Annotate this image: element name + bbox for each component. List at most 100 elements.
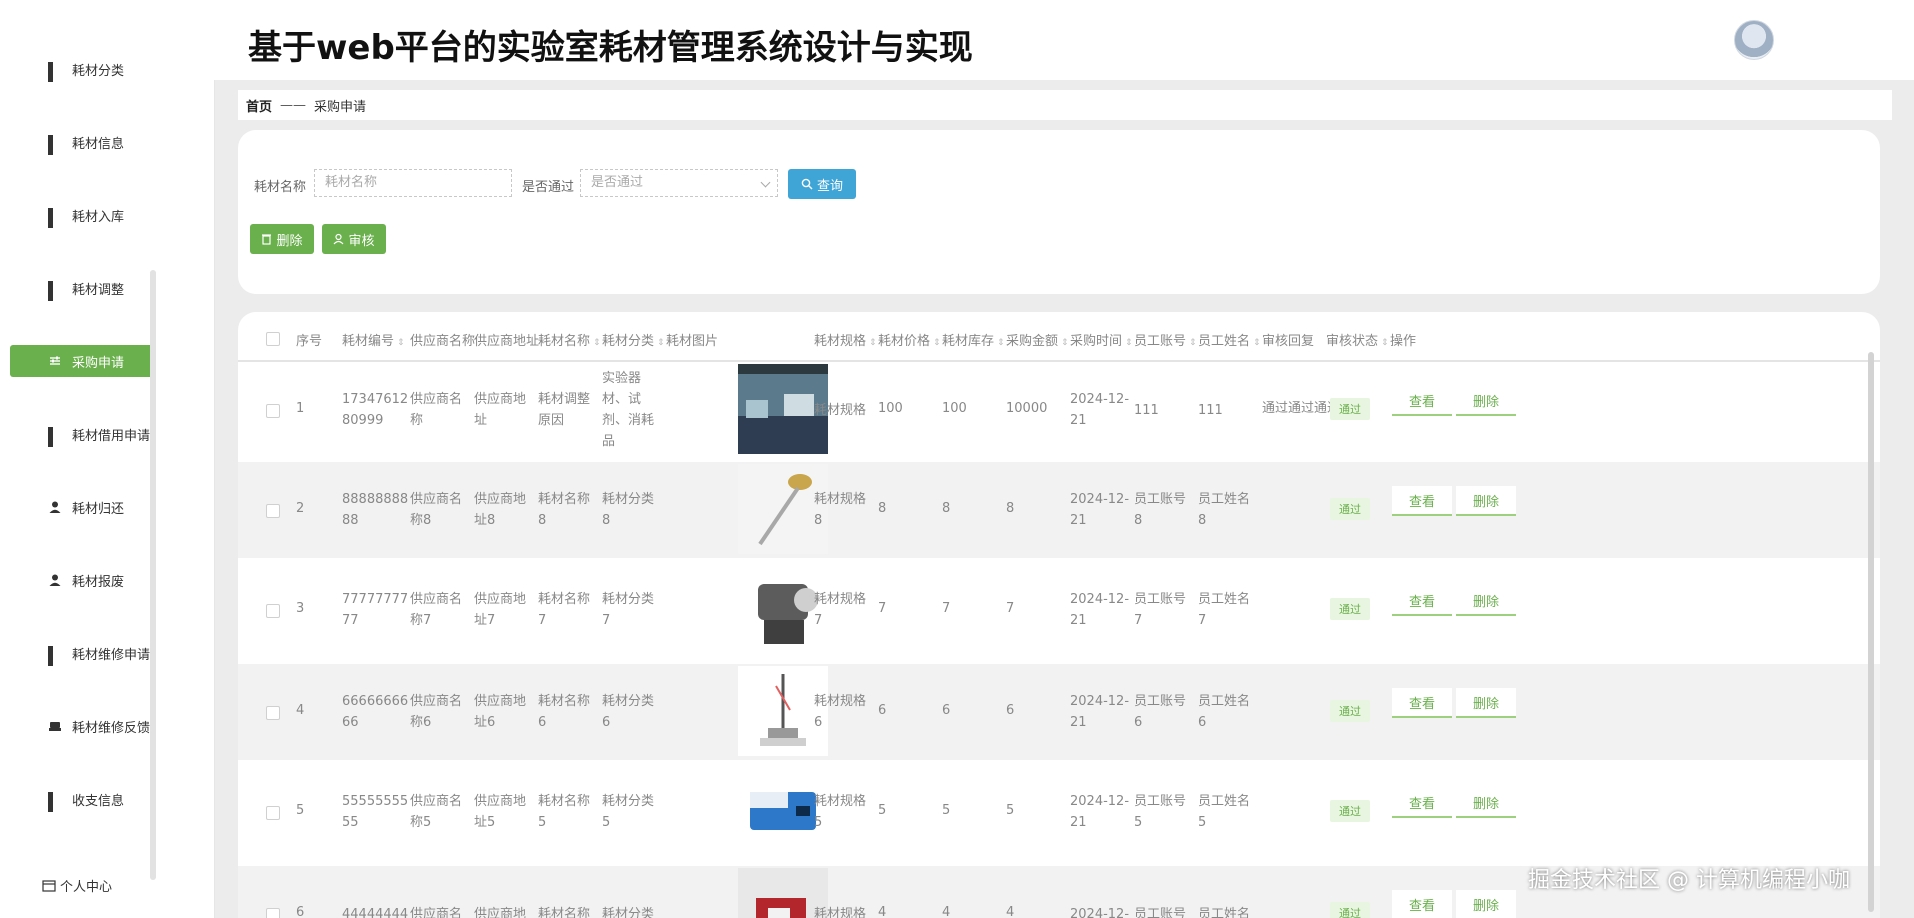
delete-button[interactable]: 删除 xyxy=(250,224,314,254)
sidebar-scrollbar[interactable] xyxy=(150,270,156,880)
status-badge: 通过 xyxy=(1330,598,1370,620)
sidebar-item[interactable]: 耗材报废 xyxy=(10,564,156,596)
name-filter-input[interactable]: 耗材名称 xyxy=(314,169,512,197)
personal-center-link[interactable]: 个人中心 xyxy=(42,876,112,895)
row-delete-button[interactable]: 删除 xyxy=(1456,788,1516,818)
cell-line: 称8 xyxy=(410,513,432,528)
cell-line: 称 xyxy=(410,413,424,428)
view-button[interactable]: 查看 xyxy=(1392,386,1452,416)
cell-stock: 4 xyxy=(942,902,950,918)
cell-account: 员工账号 5 xyxy=(1134,791,1186,833)
cell-line: 耗材名称 xyxy=(538,694,591,709)
status-badge: 通过 xyxy=(1330,800,1370,822)
row-checkbox[interactable] xyxy=(266,706,280,720)
column-header[interactable]: 审核状态 ⇕ xyxy=(1326,330,1389,349)
cell-spec: 耗材规格 6 xyxy=(814,691,866,733)
row-delete-button[interactable]: 删除 xyxy=(1456,586,1516,616)
column-header[interactable]: 耗材规格 ⇕ xyxy=(814,330,877,349)
view-button[interactable]: 查看 xyxy=(1392,586,1452,616)
sidebar-item[interactable]: 耗材分类 xyxy=(10,53,156,85)
column-header-label: 供应商地址 xyxy=(474,334,540,349)
sliders-icon xyxy=(50,356,60,365)
view-button[interactable]: 查看 xyxy=(1392,788,1452,818)
cell-line: 7 xyxy=(538,613,547,628)
view-button[interactable]: 查看 xyxy=(1392,486,1452,516)
sidebar-item[interactable]: 耗材信息 xyxy=(10,126,156,158)
page-scrollbar[interactable] xyxy=(1868,352,1874,912)
row-checkbox[interactable] xyxy=(266,604,280,618)
column-header-label: 采购时间 xyxy=(1070,334,1123,349)
trash-icon xyxy=(262,234,272,245)
cell-line: 7 xyxy=(1006,601,1015,616)
cell-line: 2024-12- xyxy=(1070,906,1130,918)
column-header[interactable]: 采购金额 ⇕ xyxy=(1006,330,1069,349)
sort-icon[interactable]: ⇕ xyxy=(593,338,601,348)
row-checkbox[interactable] xyxy=(266,908,280,918)
column-header[interactable]: 员工姓名 ⇕ xyxy=(1198,330,1261,349)
cell-line: 111 xyxy=(1134,402,1159,418)
audit-button[interactable]: 审核 xyxy=(322,224,386,254)
sort-icon[interactable]: ⇕ xyxy=(933,338,941,348)
sidebar-item[interactable]: 耗材调整 xyxy=(10,272,156,304)
sort-icon[interactable]: ⇕ xyxy=(1061,338,1069,348)
cell-line: 2024-12- xyxy=(1070,794,1130,809)
delete-button-label: 删除 xyxy=(276,233,303,249)
column-header[interactable]: 耗材库存 ⇕ xyxy=(942,330,1005,349)
sort-icon[interactable]: ⇕ xyxy=(397,338,405,348)
sidebar-item[interactable]: 收支信息 xyxy=(10,783,156,815)
row-delete-button[interactable]: 删除 xyxy=(1456,386,1516,416)
sidebar-item[interactable]: 耗材归还 xyxy=(10,491,156,523)
sidebar-item-label: 耗材信息 xyxy=(72,136,125,152)
row-checkbox[interactable] xyxy=(266,504,280,518)
sidebar-item[interactable]: 耗材借用申请 xyxy=(10,418,156,450)
cell-code: 55555555 55 xyxy=(342,791,408,833)
cell-category: 耗材分类 xyxy=(602,904,654,918)
sidebar-item[interactable]: 耗材维修申请 xyxy=(10,637,156,669)
user-check-icon xyxy=(334,233,344,245)
cell-line: 耗材名称 xyxy=(538,794,591,809)
table-row: 5 55555555 55 供应商名 称5 供应商地 址5 耗材名称 5 耗材分类 5 耗材规格 5 5 5… xyxy=(238,764,1880,860)
view-button[interactable]: 查看 xyxy=(1392,688,1452,718)
select-all-checkbox[interactable] xyxy=(266,332,280,346)
cell-line: 8 xyxy=(538,513,547,528)
sidebar-item[interactable]: 采购申请 xyxy=(10,345,156,377)
pass-filter-select[interactable]: 是否通过 xyxy=(580,169,778,197)
breadcrumb-home[interactable]: 首页 xyxy=(246,96,272,115)
column-header[interactable]: 员工账号 ⇕ xyxy=(1134,330,1197,349)
cell-no: 2 xyxy=(296,498,304,519)
grid-icon xyxy=(48,646,62,666)
view-button[interactable]: 查看 xyxy=(1392,890,1452,918)
row-delete-button[interactable]: 删除 xyxy=(1456,486,1516,516)
sort-icon[interactable]: ⇕ xyxy=(657,338,665,348)
row-delete-button[interactable]: 删除 xyxy=(1456,688,1516,718)
cell-line: 21 xyxy=(1070,815,1087,830)
sort-icon[interactable]: ⇕ xyxy=(1125,338,1133,348)
row-checkbox[interactable] xyxy=(266,404,280,418)
sort-icon[interactable]: ⇕ xyxy=(1253,338,1261,348)
status-badge: 通过 xyxy=(1330,398,1370,420)
sidebar-item[interactable]: 耗材入库 xyxy=(10,199,156,231)
column-header[interactable]: 耗材分类 ⇕ xyxy=(602,330,665,349)
sort-icon[interactable]: ⇕ xyxy=(1189,338,1197,348)
column-header[interactable]: 耗材编号 ⇕ xyxy=(342,330,405,349)
cell-line: 耗材分类 xyxy=(602,694,655,709)
sidebar-item[interactable]: 耗材维修反馈 xyxy=(10,710,156,742)
column-header[interactable]: 耗材价格 ⇕ xyxy=(878,330,941,349)
cell-line: 8 xyxy=(1134,513,1143,528)
row-delete-button[interactable]: 删除 xyxy=(1456,890,1516,918)
cell-line: 8 xyxy=(602,513,611,528)
sort-icon[interactable]: ⇕ xyxy=(997,338,1005,348)
column-header[interactable]: 耗材名称 ⇕ xyxy=(538,330,601,349)
cell-line: 7 xyxy=(942,601,951,616)
cell-staff: 员工姓名 7 xyxy=(1198,589,1250,631)
cell-address: 供应商地 址7 xyxy=(474,589,526,631)
column-header[interactable]: 采购时间 ⇕ xyxy=(1070,330,1133,349)
sort-icon[interactable]: ⇕ xyxy=(1381,338,1389,348)
column-header: 供应商地址 xyxy=(474,330,539,349)
sidebar-item-label: 采购申请 xyxy=(72,355,125,371)
column-header-label: 员工账号 xyxy=(1134,334,1187,349)
query-button[interactable]: 查询 xyxy=(788,169,856,199)
sort-icon[interactable]: ⇕ xyxy=(869,338,877,348)
row-checkbox[interactable] xyxy=(266,806,280,820)
avatar[interactable] xyxy=(1734,20,1774,60)
